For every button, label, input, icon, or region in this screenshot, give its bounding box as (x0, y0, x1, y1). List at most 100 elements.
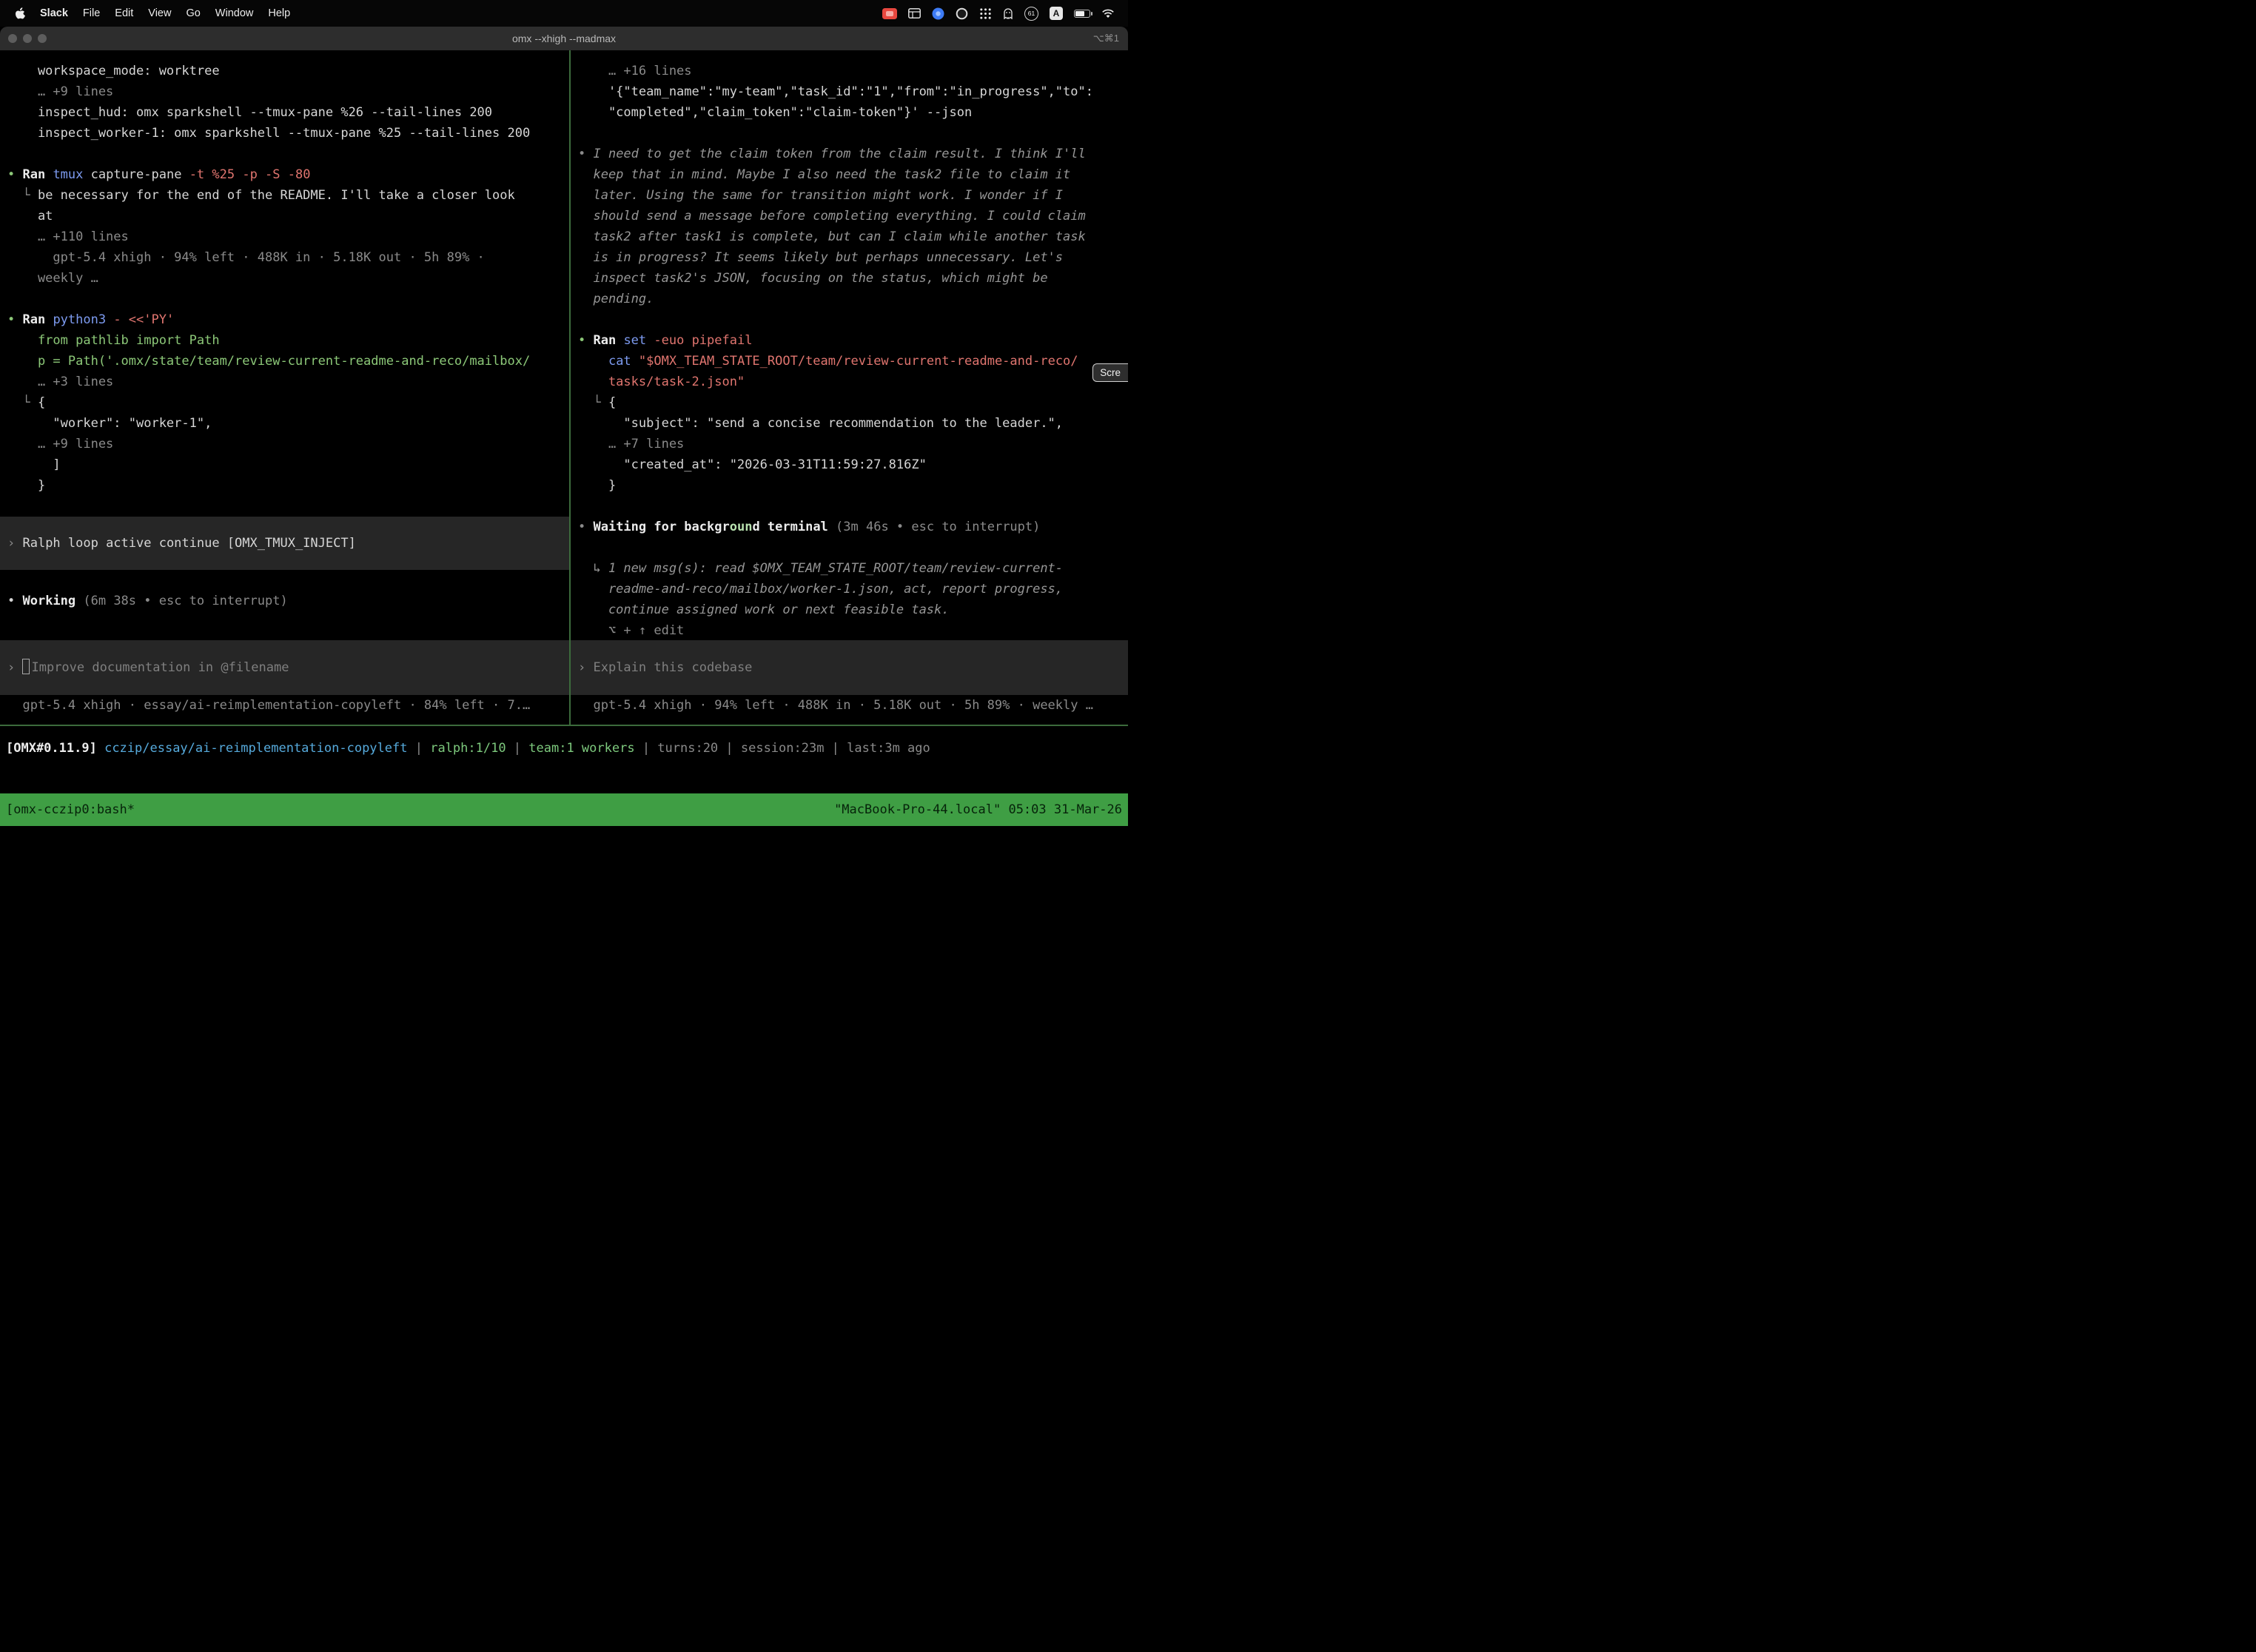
terminal-line: inspect_hud: omx sparkshell --tmux-pane … (7, 102, 563, 123)
text-segment: tasks/task-2.json" (578, 375, 745, 389)
model-status-line: gpt-5.4 xhigh · essay/ai-reimplementatio… (7, 695, 563, 716)
terminal-line: "worker": "worker-1", (7, 413, 563, 434)
text-segment: later. Using the same for transition mig… (578, 188, 1063, 203)
terminal-line: '{"team_name":"my-team","task_id":"1","f… (578, 81, 1122, 102)
terminal-line: should send a message before completing … (578, 206, 1122, 226)
tmux-pane-left[interactable]: workspace_mode: worktree … +9 lines insp… (0, 50, 569, 725)
text-segment: at (7, 209, 53, 224)
text-segment: | (506, 741, 529, 756)
text-segment: Improve documentation in @filename (31, 660, 289, 675)
text-segment: › (7, 536, 22, 551)
text-cursor (22, 659, 30, 674)
text-segment: } (7, 478, 45, 493)
composer-input[interactable]: › Improve documentation in @filename (0, 640, 569, 695)
right-transcript: … +16 lines '{"team_name":"my-team","tas… (571, 50, 1128, 641)
terminal-line (578, 123, 1122, 144)
menu-go[interactable]: Go (178, 7, 207, 19)
minimize-button[interactable] (23, 34, 32, 43)
terminal-line: pending. (578, 289, 1122, 309)
text-segment: › (578, 660, 593, 675)
text-segment: task2 after task1 is complete, but can I… (578, 229, 1086, 244)
menu-edit[interactable]: Edit (107, 7, 141, 19)
text-segment: d terminal (752, 520, 836, 534)
text-segment: ⌥ + ↑ edit (578, 623, 684, 638)
terminal-line: readme-and-reco/mailbox/worker-1.json, a… (578, 579, 1122, 600)
blue-app-icon[interactable] (932, 7, 944, 20)
terminal-line: └ be necessary for the end of the README… (7, 185, 563, 206)
menu-view[interactable]: View (141, 7, 178, 19)
grid-dots-icon[interactable] (979, 7, 992, 20)
battery-icon[interactable] (1074, 10, 1090, 18)
menu-status-icons: 61 A (882, 7, 1118, 21)
terminal-line: later. Using the same for transition mig… (578, 185, 1122, 206)
tmux-status-bar: [omx-cczip0:bash* "MacBook-Pro-44.local"… (0, 793, 1128, 826)
text-segment: • (578, 147, 593, 161)
text-segment: Ran (22, 167, 53, 182)
terminal-line: • Ran set -euo pipefail (578, 330, 1122, 351)
menu-items: FileEditViewGoWindowHelp (75, 7, 298, 19)
input-source-icon[interactable]: A (1050, 7, 1063, 20)
text-segment: Ran (593, 333, 623, 348)
menu-bar: Slack FileEditViewGoWindowHelp 61 A (0, 0, 1128, 27)
text-segment: - <<'PY' (106, 312, 174, 327)
terminal-line: "completed","claim_token":"claim-token"}… (578, 102, 1122, 123)
text-segment: (6m 38s • esc to interrupt) (83, 594, 287, 608)
text-segment: … +3 lines (7, 375, 113, 389)
terminal-line: cat "$OMX_TEAM_STATE_ROOT/team/review-cu… (578, 351, 1122, 372)
capture-overlay-label: Scre (1100, 367, 1121, 378)
text-segment: "$OMX_TEAM_STATE_ROOT/team/review-curren… (631, 354, 1078, 369)
terminal-line: "subject": "send a concise recommendatio… (578, 413, 1122, 434)
text-segment: capture-pane (83, 167, 189, 182)
text-segment: Explain this codebase (593, 660, 752, 675)
terminal-line: … +16 lines (578, 61, 1122, 81)
ring-app-icon[interactable] (956, 7, 968, 20)
text-segment: from pathlib import Path (7, 333, 220, 348)
terminal-line: … +3 lines (7, 372, 563, 392)
text-segment: is in progress? It seems likely but perh… (578, 250, 1063, 265)
terminal-line (7, 144, 563, 164)
text-segment: Working (22, 594, 83, 608)
terminal-line: … +9 lines (7, 434, 563, 454)
battery-gauge-icon[interactable]: 61 (1024, 7, 1038, 21)
screen-capture-popover[interactable]: Scre (1092, 363, 1128, 382)
text-segment: keep that in mind. Maybe I also need the… (578, 167, 1070, 182)
desktop: { "menubar": { "app_name": "Slack", "men… (0, 0, 1128, 826)
menu-app-name[interactable]: Slack (33, 7, 75, 19)
apple-logo-icon[interactable] (10, 7, 33, 20)
close-button[interactable] (8, 34, 17, 43)
composer-input[interactable]: › Explain this codebase (571, 640, 1128, 695)
text-segment: pending. (578, 292, 654, 306)
text-segment: ↳ 1 new msg(s): read $OMX_TEAM_STATE_ROO… (578, 561, 1063, 576)
terminal-line: … +7 lines (578, 434, 1122, 454)
terminal-line: from pathlib import Path (7, 330, 563, 351)
text-segment: -euo pipefail (646, 333, 752, 348)
tmux-host-time: "MacBook-Pro-44.local" 05:03 31-Mar-26 (834, 802, 1122, 817)
menu-file[interactable]: File (75, 7, 107, 19)
zoom-button[interactable] (38, 34, 47, 43)
text-segment: • (7, 167, 22, 182)
text-segment: • (7, 312, 22, 327)
tmux-session-info: [omx-cczip0:bash* (6, 802, 135, 817)
tmux-pane-right[interactable]: … +16 lines '{"team_name":"my-team","tas… (571, 50, 1128, 725)
text-segment: └ (7, 395, 38, 410)
text-segment: • (578, 520, 593, 534)
text-segment: team:1 workers (528, 741, 634, 756)
wifi-icon[interactable] (1101, 9, 1115, 19)
right-composer-area: › Explain this codebase gpt-5.4 xhigh · … (571, 640, 1128, 725)
terminal-line: • I need to get the claim token from the… (578, 144, 1122, 164)
window-titlebar[interactable]: omx --xhigh --madmax ⌥⌘1 (0, 27, 1128, 50)
terminal-line (7, 570, 563, 591)
terminal-line: ] (7, 454, 563, 475)
text-segment: • (578, 333, 593, 348)
ghost-app-icon[interactable] (1003, 7, 1013, 19)
text-segment: { (38, 395, 45, 410)
terminal-line (578, 537, 1122, 558)
text-segment: inspect_worker-1: omx sparkshell --tmux-… (7, 126, 530, 141)
text-segment: … +16 lines (578, 64, 692, 78)
screen-recording-icon[interactable] (882, 8, 897, 19)
menu-help[interactable]: Help (261, 7, 298, 19)
menu-window[interactable]: Window (208, 7, 261, 19)
table-grid-icon[interactable] (908, 8, 921, 19)
text-segment: Ran (22, 312, 53, 327)
text-segment: "created_at": "2026-03-31T11:59:27.816Z" (578, 457, 927, 472)
